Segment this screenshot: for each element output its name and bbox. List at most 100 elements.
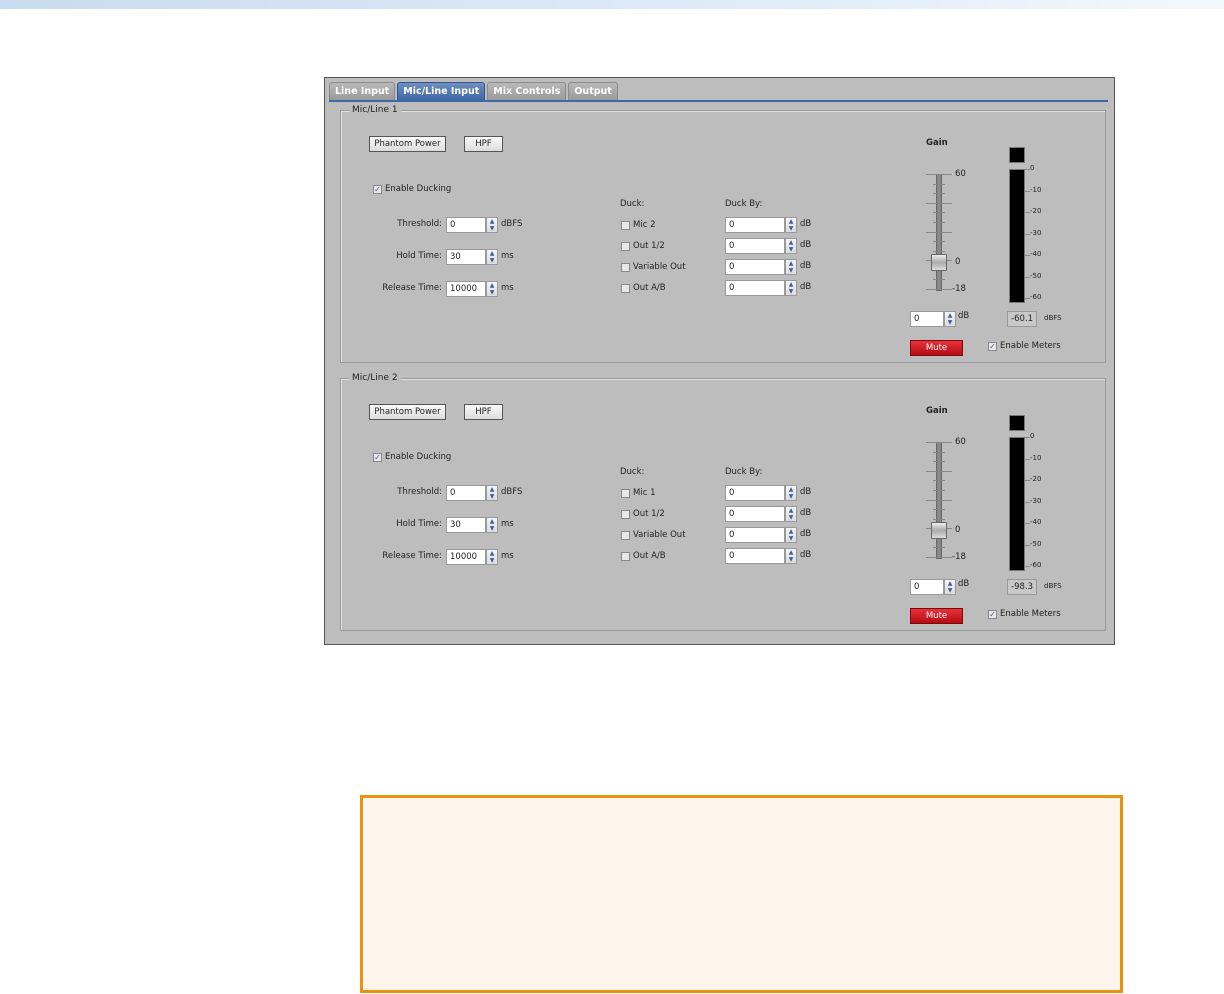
duck-by-spinner[interactable]: ▲ ▼ (785, 259, 797, 275)
threshold-label: Threshold: (397, 487, 442, 497)
duck-checkbox[interactable] (621, 552, 630, 561)
unit-label: dB (800, 550, 812, 560)
duck-checkbox[interactable] (621, 531, 630, 540)
enable-ducking-label: Enable Ducking (385, 184, 452, 194)
release-time-input[interactable]: 10000 (446, 549, 486, 565)
meter-scale-label: -30 (1030, 496, 1042, 505)
tab-mix-controls[interactable]: Mix Controls (487, 82, 567, 100)
gain-slider-thumb[interactable] (931, 254, 947, 272)
duck-by-input[interactable]: 0 (725, 280, 785, 296)
duck-by-spinner[interactable]: ▲ ▼ (785, 485, 797, 501)
meter-scale-label: 0 (1030, 164, 1035, 172)
meter-scale-label: -50 (1030, 271, 1042, 280)
duck-checkbox[interactable] (621, 510, 630, 519)
duck-by-spinner[interactable]: ▲ ▼ (785, 506, 797, 522)
release-time-spinner[interactable]: ▲ ▼ (486, 549, 498, 565)
gain-slider-track[interactable] (936, 442, 942, 559)
threshold-spinner[interactable]: ▲ ▼ (486, 217, 498, 233)
clip-indicator (1009, 147, 1025, 163)
hpf-button[interactable]: HPF (464, 136, 503, 152)
slider-tick (926, 499, 952, 501)
phantom-power-button[interactable]: Phantom Power (369, 404, 446, 420)
meter-scale-label: -60 (1030, 293, 1042, 301)
threshold-input[interactable]: 0 (446, 485, 486, 501)
phantom-power-button[interactable]: Phantom Power (369, 136, 446, 152)
slider-tick (933, 212, 945, 214)
mute-button[interactable]: Mute (910, 608, 963, 624)
tab-line-input[interactable]: Line Input (329, 82, 396, 100)
enable-ducking-label: Enable Ducking (385, 452, 452, 462)
duck-checkbox[interactable] (621, 263, 630, 272)
slider-tick (926, 557, 952, 558)
hold-time-spinner[interactable]: ▲ ▼ (486, 249, 498, 265)
duck-target-label: Variable Out (633, 262, 686, 272)
meter-scale-label: -20 (1030, 207, 1042, 215)
gain-max-label: 60 (955, 169, 966, 179)
duck-by-input[interactable]: 0 (725, 217, 785, 233)
level-meter (1009, 169, 1025, 303)
hpf-button[interactable]: HPF (464, 404, 503, 420)
duck-by-input[interactable]: 0 (725, 485, 785, 501)
mic-line-group: Mic/Line 2 Phantom Power HPF ✓ Enable Du… (340, 373, 1106, 631)
enable-meters-label: Enable Meters (1000, 609, 1061, 619)
enable-ducking-checkbox[interactable]: ✓ (373, 185, 382, 194)
release-time-input[interactable]: 10000 (446, 281, 486, 297)
duck-by-spinner[interactable]: ▲ ▼ (785, 548, 797, 564)
duck-by-spinner[interactable]: ▲ ▼ (785, 527, 797, 543)
duck-by-input[interactable]: 0 (725, 259, 785, 275)
slider-tick (933, 509, 945, 511)
duck-target-label: Variable Out (633, 530, 686, 540)
gain-spinner[interactable]: ▲ ▼ (944, 311, 956, 327)
slider-tick (933, 451, 945, 453)
slider-tick (933, 461, 945, 463)
duck-by-input[interactable]: 0 (725, 506, 785, 522)
duck-checkbox[interactable] (621, 489, 630, 498)
clip-indicator (1009, 415, 1025, 431)
unit-label: dB (800, 282, 812, 292)
duck-checkbox[interactable] (621, 242, 630, 251)
enable-meters-checkbox[interactable]: ✓ (988, 610, 997, 619)
slider-tick (933, 547, 945, 549)
hold-time-spinner[interactable]: ▲ ▼ (486, 517, 498, 533)
unit-label: dBFS (501, 487, 523, 497)
gain-input[interactable]: 0 (910, 579, 944, 595)
slider-tick (933, 518, 945, 520)
enable-ducking-checkbox[interactable]: ✓ (373, 453, 382, 462)
gain-zero-label: 0 (955, 257, 961, 268)
hold-time-input[interactable]: 30 (446, 517, 486, 533)
gain-input[interactable]: 0 (910, 311, 944, 327)
tab-output[interactable]: Output (568, 82, 618, 100)
level-meter (1009, 437, 1025, 571)
duck-target-label: Out 1/2 (633, 509, 665, 519)
gain-spinner[interactable]: ▲ ▼ (944, 579, 956, 595)
tab-bar: Line Input Mic/Line Input Mix Controls O… (329, 82, 618, 100)
gain-slider-thumb[interactable] (931, 522, 947, 540)
gain-min-label: -18 (952, 552, 966, 562)
unit-label: ms (501, 283, 514, 293)
duck-label: Duck: (620, 199, 645, 209)
unit-label: dB (800, 219, 812, 229)
tab-mic-line-input[interactable]: Mic/Line Input (397, 82, 486, 100)
mic-line-group: Mic/Line 1 Phantom Power HPF ✓ Enable Du… (340, 105, 1106, 363)
duck-by-label: Duck By: (725, 467, 763, 477)
threshold-spinner[interactable]: ▲ ▼ (486, 485, 498, 501)
mute-button[interactable]: Mute (910, 340, 963, 356)
duck-by-spinner[interactable]: ▲ ▼ (785, 280, 797, 296)
gain-slider-track[interactable] (936, 174, 942, 291)
duck-by-input[interactable]: 0 (725, 548, 785, 564)
meter-scale-label: -20 (1030, 475, 1042, 483)
duck-checkbox[interactable] (621, 221, 630, 230)
duck-by-spinner[interactable]: ▲ ▼ (785, 238, 797, 254)
enable-meters-label: Enable Meters (1000, 341, 1061, 351)
duck-by-label: Duck By: (725, 199, 763, 209)
threshold-input[interactable]: 0 (446, 217, 486, 233)
duck-checkbox[interactable] (621, 284, 630, 293)
duck-by-spinner[interactable]: ▲ ▼ (785, 217, 797, 233)
slider-tick (926, 442, 952, 443)
duck-by-input[interactable]: 0 (725, 527, 785, 543)
hold-time-input[interactable]: 30 (446, 249, 486, 265)
duck-by-input[interactable]: 0 (725, 238, 785, 254)
note-box (360, 795, 1123, 993)
release-time-spinner[interactable]: ▲ ▼ (486, 281, 498, 297)
enable-meters-checkbox[interactable]: ✓ (988, 342, 997, 351)
